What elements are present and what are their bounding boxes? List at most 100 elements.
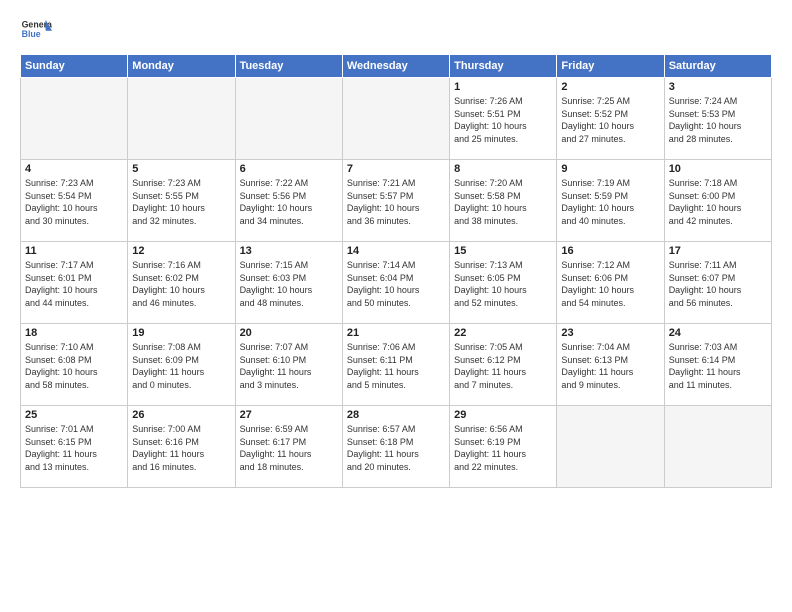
day-number: 27 (240, 409, 338, 421)
day-number: 7 (347, 163, 445, 175)
weekday-header-thursday: Thursday (450, 55, 557, 78)
day-number: 28 (347, 409, 445, 421)
day-number: 3 (669, 81, 767, 93)
weekday-header-saturday: Saturday (664, 55, 771, 78)
day-info: Sunrise: 7:22 AM Sunset: 5:56 PM Dayligh… (240, 177, 338, 227)
day-info: Sunrise: 6:59 AM Sunset: 6:17 PM Dayligh… (240, 423, 338, 473)
calendar-cell: 1 Sunrise: 7:26 AM Sunset: 5:51 PM Daylig… (450, 78, 557, 160)
weekday-header-friday: Friday (557, 55, 664, 78)
weekday-header-tuesday: Tuesday (235, 55, 342, 78)
calendar-cell: 10Sunrise: 7:18 AM Sunset: 6:00 PM Dayli… (664, 160, 771, 242)
day-number: 29 (454, 409, 552, 421)
day-number: 25 (25, 409, 123, 421)
logo-icon: General Blue (20, 16, 52, 44)
day-info: Sunrise: 7:00 AM Sunset: 6:16 PM Dayligh… (132, 423, 230, 473)
day-number: 5 (132, 163, 230, 175)
week-row-4: 18 Sunrise: 7:10 AM Sunset: 6:08 PM Dayli… (21, 324, 772, 406)
day-info: Sunrise: 7:26 AM Sunset: 5:51 PM Dayligh… (454, 95, 552, 145)
day-number: 2 (561, 81, 659, 93)
calendar-cell (342, 78, 449, 160)
day-info: Sunrise: 7:21 AM Sunset: 5:57 PM Dayligh… (347, 177, 445, 227)
calendar-cell (557, 406, 664, 488)
day-number: 15 (454, 245, 552, 257)
calendar-cell (128, 78, 235, 160)
day-number: 4 (25, 163, 123, 175)
day-info: Sunrise: 7:07 AM Sunset: 6:10 PM Dayligh… (240, 341, 338, 391)
calendar-cell: 7 Sunrise: 7:21 AM Sunset: 5:57 PM Daylig… (342, 160, 449, 242)
day-info: Sunrise: 7:03 AM Sunset: 6:14 PM Dayligh… (669, 341, 767, 391)
day-info: Sunrise: 7:01 AM Sunset: 6:15 PM Dayligh… (25, 423, 123, 473)
svg-text:Blue: Blue (22, 29, 41, 39)
day-number: 21 (347, 327, 445, 339)
calendar-cell: 29 Sunrise: 6:56 AM Sunset: 6:19 PM Dayli… (450, 406, 557, 488)
day-number: 20 (240, 327, 338, 339)
day-number: 22 (454, 327, 552, 339)
calendar-cell: 23 Sunrise: 7:04 AM Sunset: 6:13 PM Dayli… (557, 324, 664, 406)
calendar-cell: 22 Sunrise: 7:05 AM Sunset: 6:12 PM Dayli… (450, 324, 557, 406)
day-info: Sunrise: 7:16 AM Sunset: 6:02 PM Dayligh… (132, 259, 230, 309)
day-number: 6 (240, 163, 338, 175)
day-info: Sunrise: 7:08 AM Sunset: 6:09 PM Dayligh… (132, 341, 230, 391)
calendar-cell: 5 Sunrise: 7:23 AM Sunset: 5:55 PM Daylig… (128, 160, 235, 242)
day-info: Sunrise: 7:23 AM Sunset: 5:55 PM Dayligh… (132, 177, 230, 227)
day-info: Sunrise: 7:15 AM Sunset: 6:03 PM Dayligh… (240, 259, 338, 309)
calendar-cell: 8Sunrise: 7:20 AM Sunset: 5:58 PM Daylig… (450, 160, 557, 242)
calendar-cell: 15 Sunrise: 7:13 AM Sunset: 6:05 PM Dayli… (450, 242, 557, 324)
weekday-header-monday: Monday (128, 55, 235, 78)
day-info: Sunrise: 7:10 AM Sunset: 6:08 PM Dayligh… (25, 341, 123, 391)
day-info: Sunrise: 7:13 AM Sunset: 6:05 PM Dayligh… (454, 259, 552, 309)
calendar-cell: 25 Sunrise: 7:01 AM Sunset: 6:15 PM Dayli… (21, 406, 128, 488)
day-info: Sunrise: 7:06 AM Sunset: 6:11 PM Dayligh… (347, 341, 445, 391)
calendar-cell: 24 Sunrise: 7:03 AM Sunset: 6:14 PM Dayli… (664, 324, 771, 406)
weekday-header-sunday: Sunday (21, 55, 128, 78)
calendar-cell: 17 Sunrise: 7:11 AM Sunset: 6:07 PM Dayli… (664, 242, 771, 324)
day-number: 19 (132, 327, 230, 339)
weekday-header-wednesday: Wednesday (342, 55, 449, 78)
calendar-cell: 2Sunrise: 7:25 AM Sunset: 5:52 PM Daylig… (557, 78, 664, 160)
day-number: 12 (132, 245, 230, 257)
calendar-cell: 4 Sunrise: 7:23 AM Sunset: 5:54 PM Daylig… (21, 160, 128, 242)
day-number: 23 (561, 327, 659, 339)
calendar-cell: 21 Sunrise: 7:06 AM Sunset: 6:11 PM Dayli… (342, 324, 449, 406)
day-number: 26 (132, 409, 230, 421)
calendar-cell: 6 Sunrise: 7:22 AM Sunset: 5:56 PM Daylig… (235, 160, 342, 242)
day-info: Sunrise: 6:57 AM Sunset: 6:18 PM Dayligh… (347, 423, 445, 473)
day-info: Sunrise: 7:04 AM Sunset: 6:13 PM Dayligh… (561, 341, 659, 391)
calendar-cell: 13Sunrise: 7:15 AM Sunset: 6:03 PM Dayli… (235, 242, 342, 324)
calendar-cell: 12 Sunrise: 7:16 AM Sunset: 6:02 PM Dayli… (128, 242, 235, 324)
day-info: Sunrise: 7:24 AM Sunset: 5:53 PM Dayligh… (669, 95, 767, 145)
calendar-cell: 11 Sunrise: 7:17 AM Sunset: 6:01 PM Dayli… (21, 242, 128, 324)
day-number: 17 (669, 245, 767, 257)
day-info: Sunrise: 7:19 AM Sunset: 5:59 PM Dayligh… (561, 177, 659, 227)
calendar-cell: 19 Sunrise: 7:08 AM Sunset: 6:09 PM Dayli… (128, 324, 235, 406)
week-row-1: 1 Sunrise: 7:26 AM Sunset: 5:51 PM Daylig… (21, 78, 772, 160)
day-number: 1 (454, 81, 552, 93)
header: General Blue (20, 16, 772, 44)
day-info: Sunrise: 7:12 AM Sunset: 6:06 PM Dayligh… (561, 259, 659, 309)
weekday-header-row: SundayMondayTuesdayWednesdayThursdayFrid… (21, 55, 772, 78)
calendar-cell: 27 Sunrise: 6:59 AM Sunset: 6:17 PM Dayli… (235, 406, 342, 488)
day-info: Sunrise: 7:11 AM Sunset: 6:07 PM Dayligh… (669, 259, 767, 309)
day-info: Sunrise: 7:17 AM Sunset: 6:01 PM Dayligh… (25, 259, 123, 309)
day-info: Sunrise: 6:56 AM Sunset: 6:19 PM Dayligh… (454, 423, 552, 473)
day-number: 11 (25, 245, 123, 257)
week-row-2: 4 Sunrise: 7:23 AM Sunset: 5:54 PM Daylig… (21, 160, 772, 242)
calendar-cell: 9 Sunrise: 7:19 AM Sunset: 5:59 PM Daylig… (557, 160, 664, 242)
calendar-cell (21, 78, 128, 160)
day-number: 18 (25, 327, 123, 339)
calendar-cell: 16 Sunrise: 7:12 AM Sunset: 6:06 PM Dayli… (557, 242, 664, 324)
day-number: 24 (669, 327, 767, 339)
calendar-cell: 26 Sunrise: 7:00 AM Sunset: 6:16 PM Dayli… (128, 406, 235, 488)
day-info: Sunrise: 7:18 AM Sunset: 6:00 PM Dayligh… (669, 177, 767, 227)
week-row-5: 25 Sunrise: 7:01 AM Sunset: 6:15 PM Dayli… (21, 406, 772, 488)
day-info: Sunrise: 7:14 AM Sunset: 6:04 PM Dayligh… (347, 259, 445, 309)
day-number: 9 (561, 163, 659, 175)
day-number: 8 (454, 163, 552, 175)
logo: General Blue (20, 16, 52, 44)
calendar-cell: 14Sunrise: 7:14 AM Sunset: 6:04 PM Dayli… (342, 242, 449, 324)
day-info: Sunrise: 7:05 AM Sunset: 6:12 PM Dayligh… (454, 341, 552, 391)
calendar-cell: 28 Sunrise: 6:57 AM Sunset: 6:18 PM Dayli… (342, 406, 449, 488)
calendar-cell: 3 Sunrise: 7:24 AM Sunset: 5:53 PM Daylig… (664, 78, 771, 160)
day-info: Sunrise: 7:23 AM Sunset: 5:54 PM Dayligh… (25, 177, 123, 227)
day-number: 16 (561, 245, 659, 257)
